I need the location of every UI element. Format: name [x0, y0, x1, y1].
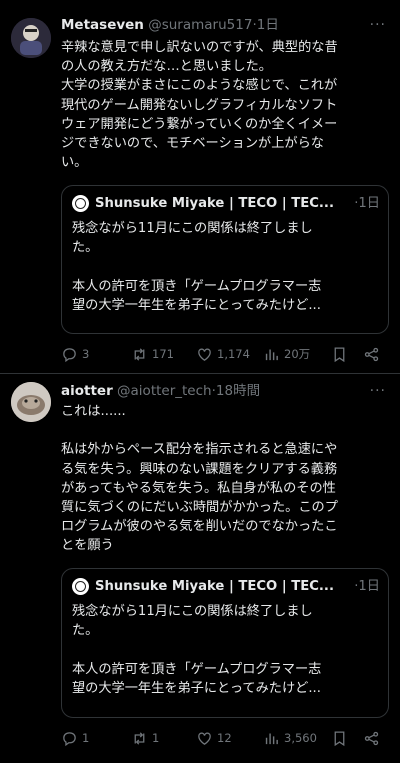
bookmark-button[interactable]	[331, 344, 352, 364]
quoted-timestamp: ·1日	[354, 196, 380, 211]
heart-icon	[198, 732, 211, 745]
retweet-button[interactable]: 1	[131, 728, 159, 748]
tweet-text: これは...... 私は外からペース配分を指示されると急速にや る気を失う。興味…	[61, 404, 338, 554]
quoted-tweet[interactable]: Shunsuke Miyake | TECO | TEC... ·1日 残念なが…	[61, 185, 389, 334]
view-count: 3,560	[284, 731, 317, 745]
avatar-image	[11, 382, 51, 422]
retweet-count: 1	[152, 731, 160, 745]
timestamp[interactable]: 1日	[257, 17, 279, 33]
tweet-actions: 1 1 12 3,560	[61, 728, 391, 748]
quoted-timestamp: ·1日	[354, 579, 380, 594]
timestamp[interactable]: 18時間	[216, 383, 260, 399]
views-button[interactable]: 3,560	[263, 728, 317, 748]
quoted-tweet-header: Shunsuke Miyake | TECO | TEC... ·1日	[72, 194, 380, 214]
reply-button[interactable]: 3	[61, 344, 89, 364]
quoted-author-name: Shunsuke Miyake | TECO | TEC...	[95, 579, 334, 594]
author-name[interactable]: aiotter	[61, 383, 113, 399]
reply-icon	[63, 347, 76, 362]
tweet[interactable]: Metaseven @suramaru517·1日 ··· 辛辣な意見で申し訳な…	[0, 0, 400, 375]
share-button[interactable]	[363, 728, 384, 748]
teco-logo-icon	[72, 195, 89, 212]
quoted-tweet-header: Shunsuke Miyake | TECO | TEC... ·1日	[72, 577, 380, 597]
bookmark-button[interactable]	[331, 728, 352, 748]
like-button[interactable]: 12	[196, 728, 232, 748]
like-count: 12	[217, 731, 232, 745]
retweet-count: 171	[152, 347, 174, 361]
quoted-author-name: Shunsuke Miyake | TECO | TEC...	[95, 196, 334, 211]
tweet-header: aiotter @aiotter_tech·18時間	[61, 381, 392, 401]
bookmark-icon	[334, 346, 345, 362]
quoted-tweet-text: 残念ながら11月にこの関係は終了しまし た。 本人の許可を頂き「ゲームプログラマ…	[72, 221, 322, 313]
share-icon	[364, 347, 379, 361]
quoted-tweet-text: 残念ながら11月にこの関係は終了しまし た。 本人の許可を頂き「ゲームプログラマ…	[72, 604, 322, 696]
author-handle[interactable]: @suramaru517	[148, 17, 252, 33]
retweet-icon	[134, 347, 145, 361]
bookmark-icon	[334, 730, 345, 746]
more-options-icon[interactable]: ···	[370, 17, 386, 33]
views-button[interactable]: 20万	[263, 344, 310, 364]
share-icon	[364, 731, 379, 745]
retweet-icon	[134, 731, 145, 745]
tweet-text: 辛辣な意見で申し訳ないのですが、典型的な昔 の人の教え方だな…と思いました。 大…	[61, 40, 338, 171]
more-options-icon[interactable]: ···	[370, 383, 386, 399]
view-count: 20万	[284, 347, 311, 361]
tweet[interactable]: aiotter @aiotter_tech·18時間 ··· これは......…	[0, 374, 400, 763]
like-button[interactable]: 1,174	[196, 344, 250, 364]
reply-count: 1	[82, 731, 90, 745]
reply-button[interactable]: 1	[61, 728, 89, 748]
tweet-actions: 3 171 1,174 20万	[61, 344, 391, 364]
views-chart-icon	[265, 733, 278, 744]
reply-icon	[63, 731, 76, 746]
avatar-image	[11, 18, 51, 58]
avatar[interactable]	[11, 18, 51, 58]
tweet-header: Metaseven @suramaru517·1日	[61, 15, 392, 35]
author-name[interactable]: Metaseven	[61, 17, 144, 33]
heart-icon	[198, 348, 211, 361]
author-handle[interactable]: @aiotter_tech	[117, 383, 212, 399]
quoted-tweet[interactable]: Shunsuke Miyake | TECO | TEC... ·1日 残念なが…	[61, 568, 389, 718]
avatar[interactable]	[11, 382, 51, 422]
retweet-button[interactable]: 171	[131, 344, 174, 364]
reply-count: 3	[82, 347, 90, 361]
like-count: 1,174	[217, 347, 250, 361]
teco-logo-icon	[72, 578, 89, 595]
views-chart-icon	[265, 349, 278, 360]
share-button[interactable]	[363, 344, 384, 364]
